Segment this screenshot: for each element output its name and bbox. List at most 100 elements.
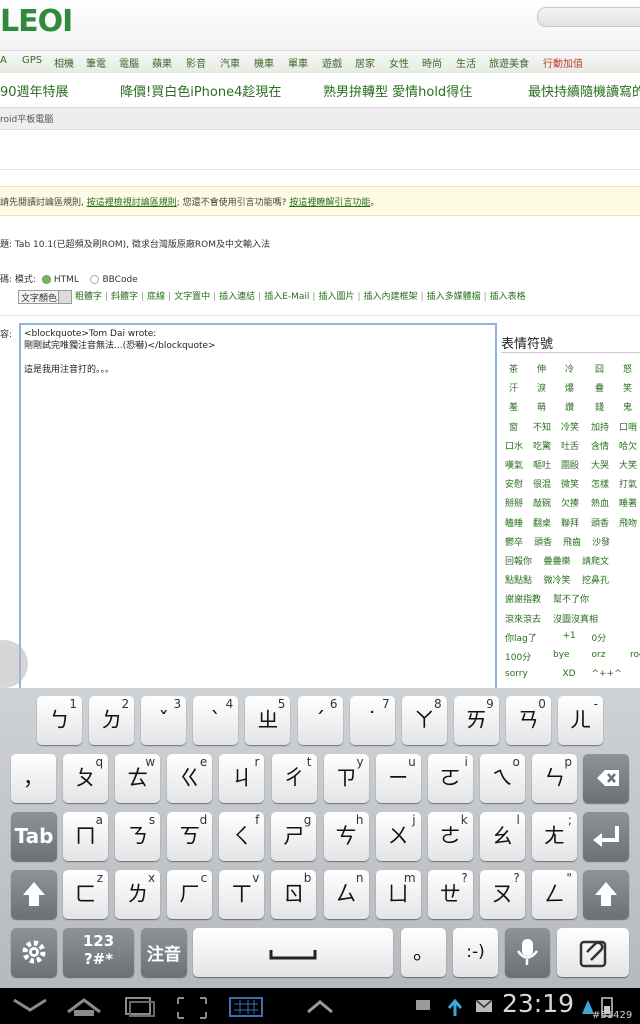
emoticon-item[interactable]: 瞌睡 [505, 516, 523, 529]
emoticon-item[interactable]: 你lag了 [505, 631, 537, 644]
emoticon-item[interactable]: 掰掰 [505, 496, 523, 509]
emoticon-item[interactable]: 請爬文 [582, 554, 609, 567]
zhuyin-key[interactable]: ㄈz [63, 870, 108, 919]
emoticon-item[interactable]: 睡著 [619, 496, 637, 509]
nav-item[interactable]: 女性 [389, 55, 409, 70]
nav-item[interactable]: GPS [22, 55, 42, 66]
zhuyin-key[interactable]: ㄣp [532, 754, 577, 803]
toolbar-link[interactable]: 文字置中 [174, 292, 210, 302]
zhuyin-key[interactable]: ㄍe [167, 754, 213, 803]
search-input[interactable] [537, 7, 640, 27]
quote-help-link[interactable]: 按這裡瞭解引言功能 [289, 198, 370, 208]
emoticon-item[interactable]: 謝謝指教 [505, 592, 541, 605]
zhuyin-key[interactable]: ㄋs [115, 812, 161, 861]
toolbar-link[interactable]: 插入內建框架 [364, 292, 418, 302]
emoticon-item[interactable]: 0分 [592, 631, 607, 644]
emoticon-item[interactable]: 敲碗 [533, 496, 551, 509]
toolbar-link[interactable]: 插入圖片 [318, 292, 354, 302]
emoticon-item[interactable]: 疊疊樂 [544, 554, 571, 567]
zhuyin-key[interactable]: ㄚ8 [401, 696, 447, 745]
nav-item[interactable]: 蘋果 [152, 55, 172, 70]
nav-item[interactable]: 時尚 [422, 55, 442, 70]
shift-key-left[interactable] [11, 870, 57, 919]
emoticon-item[interactable]: 幫不了你 [553, 592, 589, 605]
emoticon-item[interactable]: 伸 [537, 362, 546, 375]
emoticon-item[interactable]: 爆 [565, 381, 574, 394]
emoticon-item[interactable]: 打氣 [619, 477, 637, 490]
html-radio[interactable] [41, 275, 51, 284]
emoticon-item[interactable]: +1 [563, 631, 576, 641]
emoticon-item[interactable]: 窗 [509, 420, 518, 433]
emoticon-item[interactable]: sorry [505, 669, 528, 679]
symbols-key[interactable]: 123 ?#* [63, 928, 134, 977]
message-textarea[interactable]: <blockquote>Tom Dai wrote: 剛剛試完唯獨注音無法...(… [19, 323, 497, 691]
emoticon-item[interactable]: 吃驚 [533, 439, 551, 452]
emoticon-item[interactable]: 沙發 [592, 535, 610, 548]
emoticon-item[interactable]: 飛吻 [619, 516, 637, 529]
toolbar-link[interactable]: 插入連結 [219, 292, 255, 302]
emoticon-item[interactable]: 微笑 [561, 477, 579, 490]
shift-key-right[interactable] [583, 870, 629, 919]
zhuyin-key[interactable]: ㄙn [323, 870, 369, 919]
zhuyin-key[interactable]: ㄞ9 [453, 696, 499, 745]
zhuyin-key[interactable]: ㄠl [479, 812, 525, 861]
ime-switch-key[interactable]: 注音 [141, 928, 187, 977]
zhuyin-key[interactable]: ㄕg [271, 812, 317, 861]
headline-link[interactable]: 降價!買白色iPhone4趁現在 [120, 81, 281, 100]
nav-item[interactable]: 居家 [355, 55, 375, 70]
emoticon-item[interactable]: 疊 [595, 381, 604, 394]
nav-item[interactable]: 單車 [288, 55, 308, 70]
emoticon-item[interactable]: 不知 [533, 420, 551, 433]
emoticon-item[interactable]: 怎樣 [591, 477, 609, 490]
period-key[interactable]: 。 [401, 928, 446, 977]
nav-item[interactable]: A [0, 55, 7, 66]
emoticon-item[interactable]: rock [630, 650, 640, 660]
emoticon-item[interactable]: 安慰 [505, 477, 523, 490]
emoticon-item[interactable]: 口水 [505, 439, 523, 452]
zhuyin-key[interactable]: ㄑf [219, 812, 265, 861]
emoticon-item[interactable]: ^++^ [592, 669, 622, 679]
zhuyin-key[interactable]: ㄗy [323, 754, 369, 803]
zhuyin-key[interactable]: ㄦ- [558, 696, 603, 745]
clipboard-key[interactable] [557, 928, 629, 977]
emoticon-item[interactable]: 茶 [509, 362, 518, 375]
bbcode-radio[interactable] [90, 275, 100, 284]
tab-key[interactable]: Tab [11, 812, 57, 861]
emoticon-item[interactable]: 加持 [591, 420, 609, 433]
emoticon-item[interactable]: 鬼 [623, 400, 632, 413]
emoticon-item[interactable]: 很混 [533, 477, 551, 490]
screenshot-icon[interactable] [177, 997, 207, 1019]
emoticon-item[interactable]: 嘔吐 [533, 458, 551, 471]
nav-item[interactable]: 影音 [186, 55, 206, 70]
emoticon-item[interactable]: 含情 [591, 439, 609, 452]
emoticon-item[interactable]: 冷 [565, 362, 574, 375]
nav-item[interactable]: 汽車 [220, 55, 240, 70]
emoticon-item[interactable]: 翻桌 [533, 516, 551, 529]
zhuyin-key[interactable]: ㄎd [167, 812, 213, 861]
zhuyin-key[interactable]: ㄐr [219, 754, 265, 803]
nav-item[interactable]: 生活 [456, 55, 476, 70]
nav-item[interactable]: 遊戲 [322, 55, 342, 70]
zhuyin-key[interactable]: ˇ3 [141, 696, 187, 745]
zhuyin-key[interactable]: ㄒv [219, 870, 265, 919]
nav-item[interactable]: 機車 [254, 55, 274, 70]
nav-item[interactable]: 筆電 [86, 55, 106, 70]
toolbar-link[interactable]: 底線 [147, 292, 165, 302]
headline-link[interactable]: 熟男拚轉型 愛情hold得住 [323, 81, 472, 100]
zhuyin-key[interactable]: ㄢ0 [505, 696, 551, 745]
zhuyin-key[interactable]: ㄅ1 [37, 696, 82, 745]
zhuyin-key[interactable]: ㄧu [375, 754, 421, 803]
toolbar-link[interactable]: 插入E-Mail [264, 292, 309, 302]
recent-apps-icon[interactable] [125, 997, 155, 1017]
emoticon-item[interactable]: 聯拜 [561, 516, 579, 529]
zhuyin-key[interactable]: ˊ6 [297, 696, 343, 745]
mic-key[interactable] [505, 928, 550, 977]
emoticon-item[interactable]: orz [592, 650, 606, 660]
toolbar-link[interactable]: 插入表格 [490, 292, 526, 302]
nav-item[interactable]: 相機 [54, 55, 74, 70]
emoticon-item[interactable]: 欠揍 [561, 496, 579, 509]
emoticon-item[interactable]: 嘆氣 [505, 458, 523, 471]
zhuyin-key[interactable]: ㄖb [271, 870, 317, 919]
emoticon-item[interactable]: 淚 [537, 381, 546, 394]
zhuyin-key[interactable]: ㄆq [63, 754, 109, 803]
